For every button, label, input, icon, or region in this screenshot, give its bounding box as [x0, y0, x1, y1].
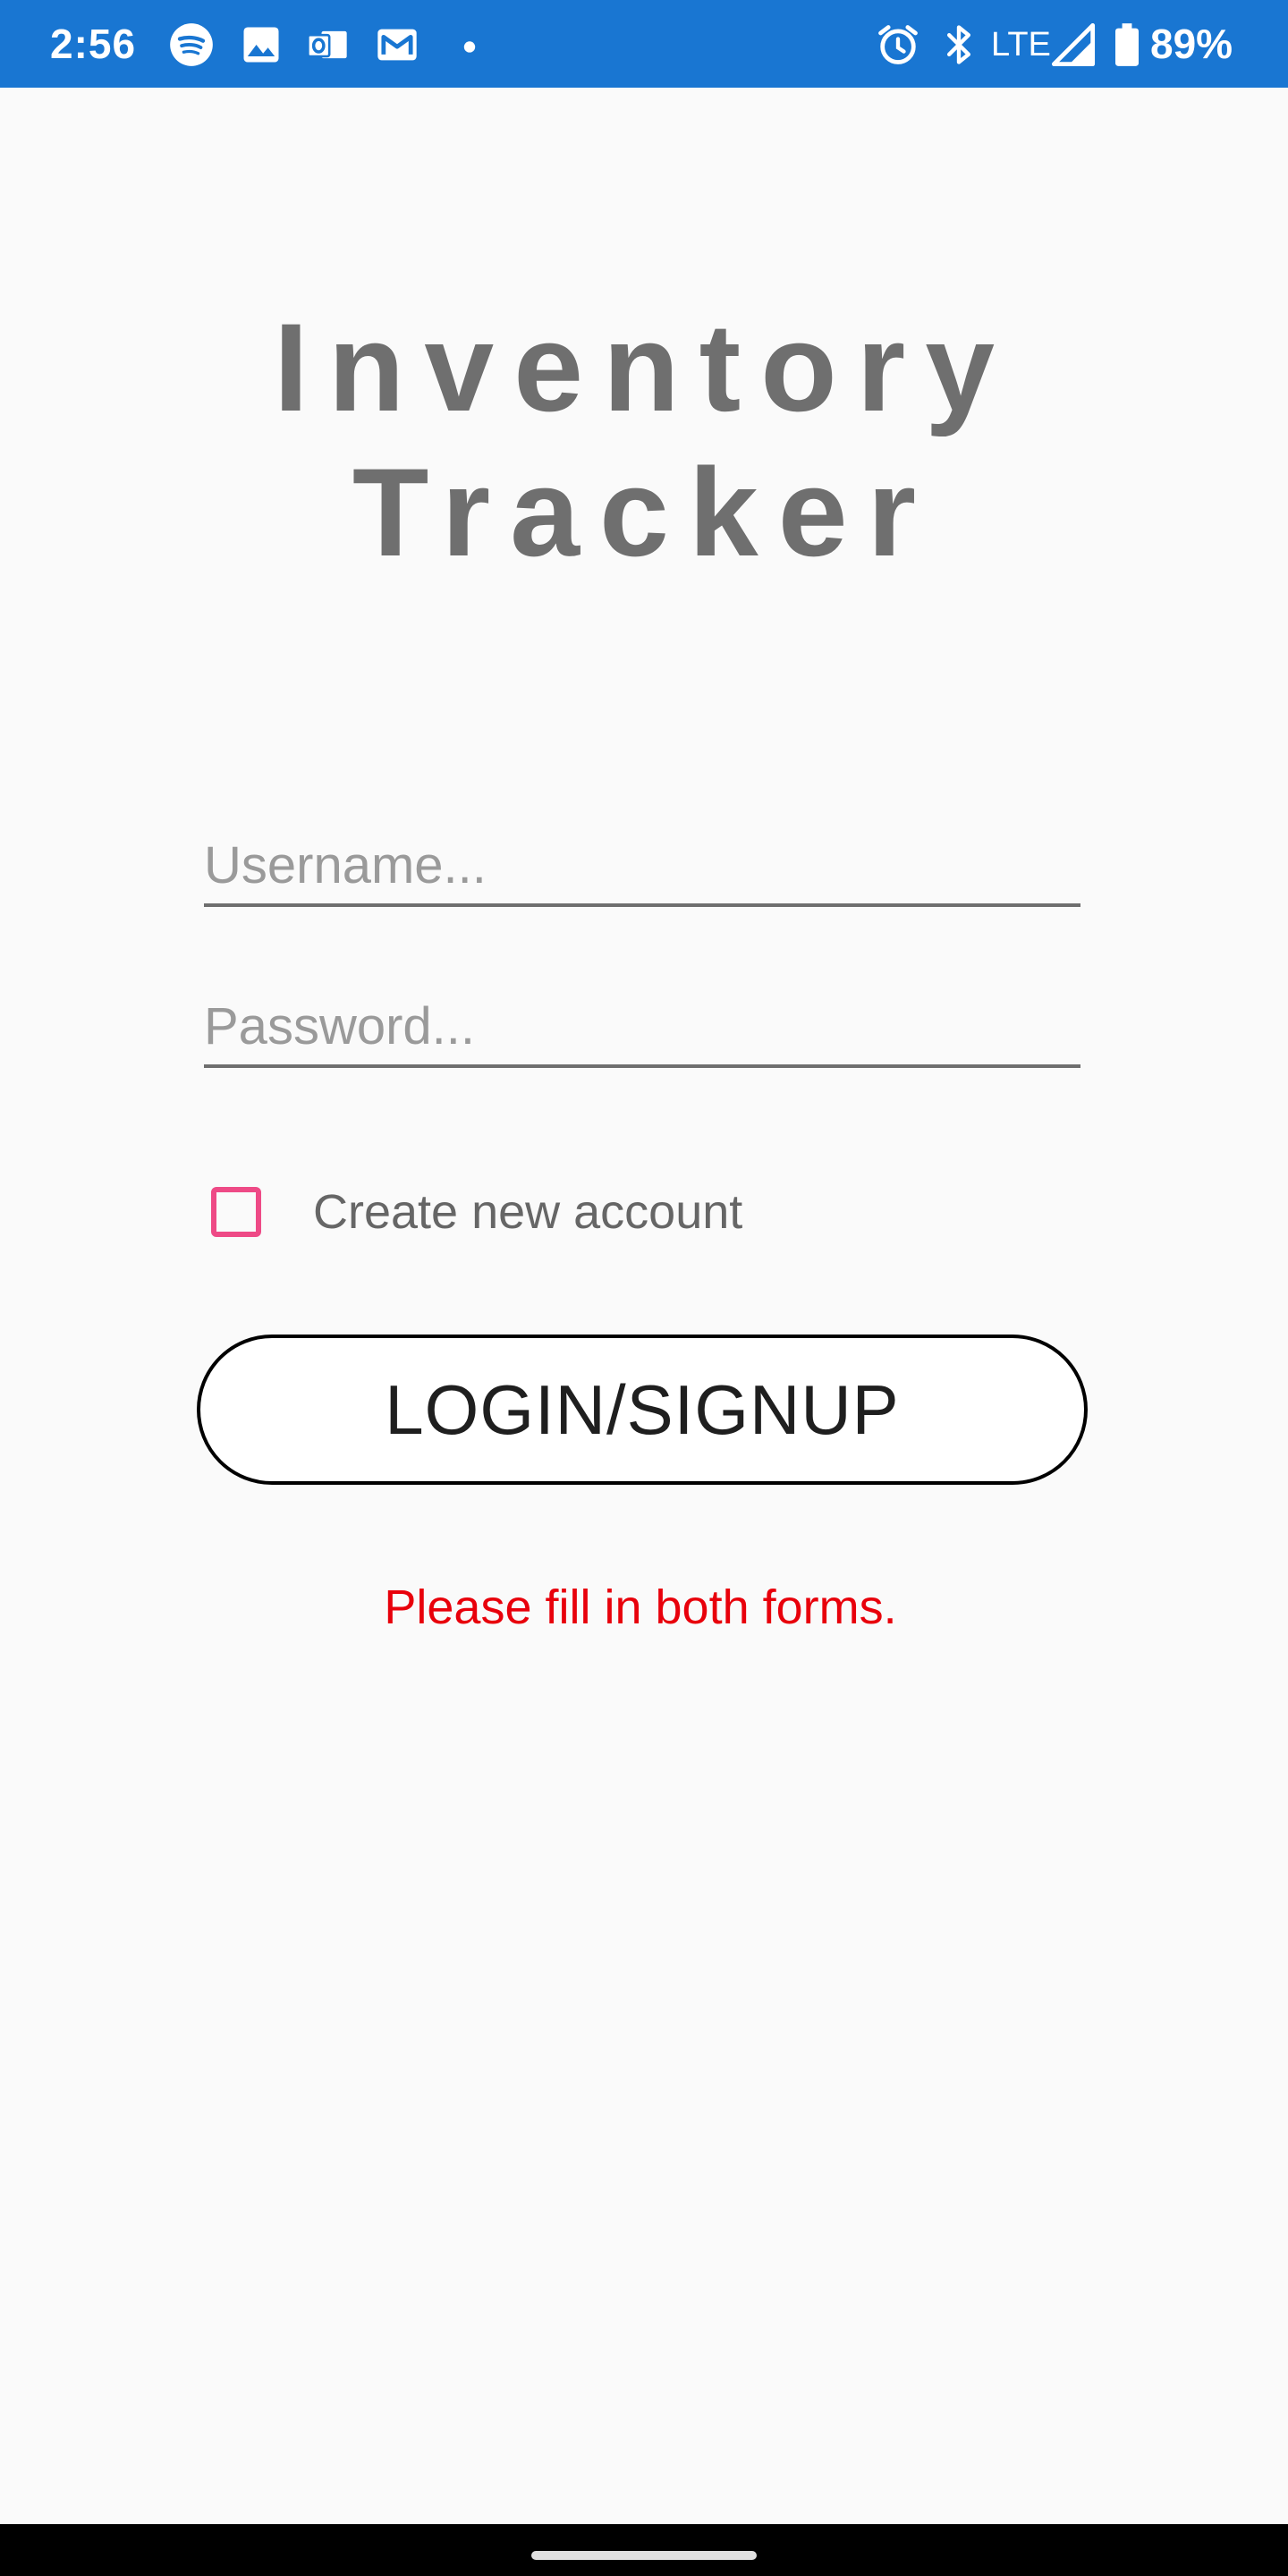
- gmail-icon: [374, 21, 420, 68]
- image-icon: [238, 21, 284, 68]
- battery-icon: [1104, 21, 1150, 68]
- create-account-label[interactable]: Create new account: [313, 1181, 742, 1243]
- password-input[interactable]: [204, 987, 1080, 1068]
- spotify-icon: [168, 21, 215, 68]
- login-signup-button[interactable]: LOGIN/SIGNUP: [197, 1335, 1088, 1485]
- network-type: LTE: [991, 26, 1051, 64]
- create-account-checkbox-row[interactable]: Create new account: [211, 1181, 742, 1243]
- battery-level: 89%: [1150, 21, 1233, 67]
- username-input[interactable]: [204, 826, 1080, 907]
- dot-icon: [456, 21, 483, 68]
- navigation-bar: [0, 2524, 1288, 2576]
- create-account-checkbox[interactable]: [211, 1187, 261, 1237]
- status-time: 2:56: [50, 21, 137, 67]
- bluetooth-icon: [936, 21, 982, 68]
- status-bar: 2:56 LTE 89%: [0, 0, 1288, 88]
- alarm-icon: [875, 21, 921, 68]
- home-gesture-handle[interactable]: [531, 2551, 757, 2560]
- outlook-icon: [304, 21, 351, 68]
- app-title: Inventory Tracker: [273, 297, 1015, 582]
- signal-icon: [1050, 21, 1097, 68]
- error-message: Please fill in both forms.: [384, 1580, 897, 1634]
